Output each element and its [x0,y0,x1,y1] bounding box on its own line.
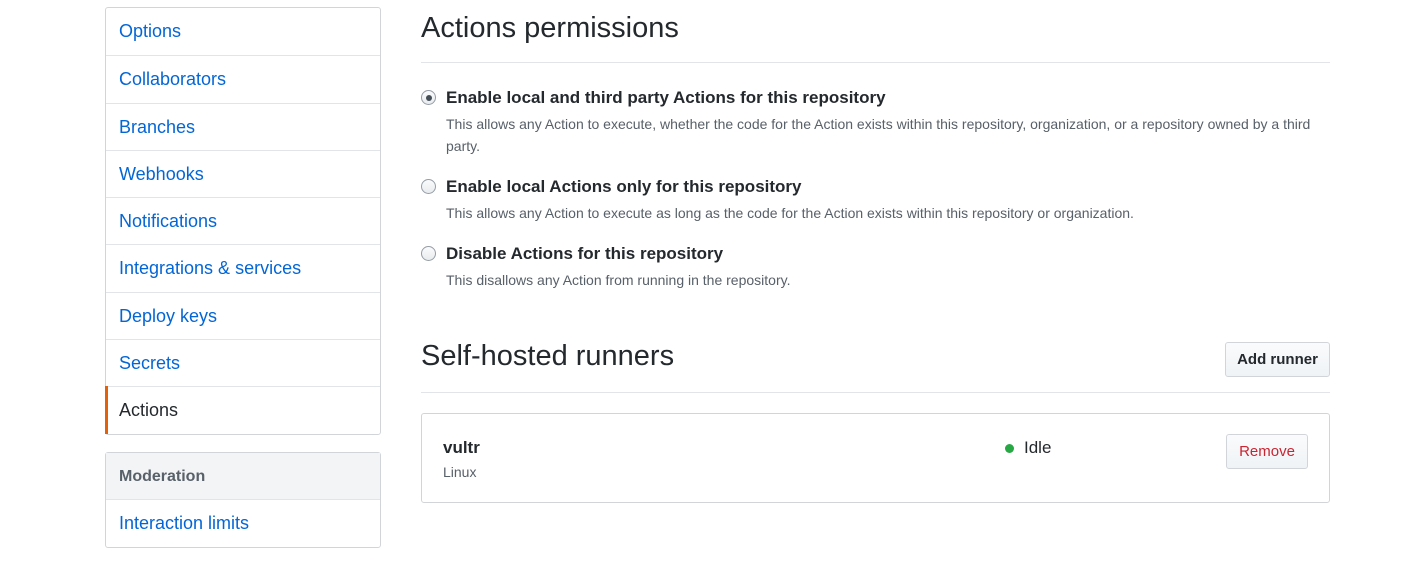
sidebar-item-notifications[interactable]: Notifications [106,197,380,244]
remove-runner-button[interactable]: Remove [1226,434,1308,469]
status-dot-icon [1005,443,1014,453]
sidebar-item-collaborators[interactable]: Collaborators [106,55,380,102]
runners-header: Self-hosted runners [421,340,1330,393]
option-note: This allows any Action to execute as lon… [446,205,1134,221]
runner-list-item: vultr Linux Idle Remove [421,413,1330,503]
runner-status-label: Idle [1024,438,1052,457]
radio-button[interactable] [421,179,436,194]
runner-status: Idle [1005,438,1051,458]
page-title: Actions permissions [421,12,679,44]
option-note: This disallows any Action from running i… [446,272,791,288]
radio-button-checked[interactable] [421,90,436,105]
sidebar-item-deploy-keys[interactable]: Deploy keys [106,291,380,339]
radio-button[interactable] [421,246,436,261]
moderation-sidebar: Moderation Interaction limits [105,452,381,549]
sidebar-item-integrations[interactable]: Integrations & services [106,244,380,291]
runners-title: Self-hosted runners [421,340,675,372]
option-title[interactable]: Enable local and third party Actions for… [446,88,886,108]
sidebar-item-actions[interactable]: Actions [105,386,380,434]
option-title[interactable]: Enable local Actions only for this repos… [446,177,802,197]
option-note: This allows any Action to execute, wheth… [446,116,1311,154]
option-title[interactable]: Disable Actions for this repository [446,244,723,264]
sidebar-item-secrets[interactable]: Secrets [106,339,380,386]
actions-permissions-header: Actions permissions [421,12,1330,63]
runner-os: Linux [443,464,477,480]
moderation-heading: Moderation [106,453,380,500]
sidebar-item-branches[interactable]: Branches [106,102,380,150]
sidebar-item-webhooks[interactable]: Webhooks [106,149,380,197]
sidebar-item-options[interactable]: Options [106,8,380,55]
settings-page: Options Collaborators Branches Webhooks … [0,0,1401,579]
sidebar-item-interaction-limits[interactable]: Interaction limits [106,500,380,547]
add-runner-button[interactable]: Add runner [1225,342,1330,377]
runner-name: vultr [443,438,480,457]
settings-sidebar: Options Collaborators Branches Webhooks … [105,7,381,435]
